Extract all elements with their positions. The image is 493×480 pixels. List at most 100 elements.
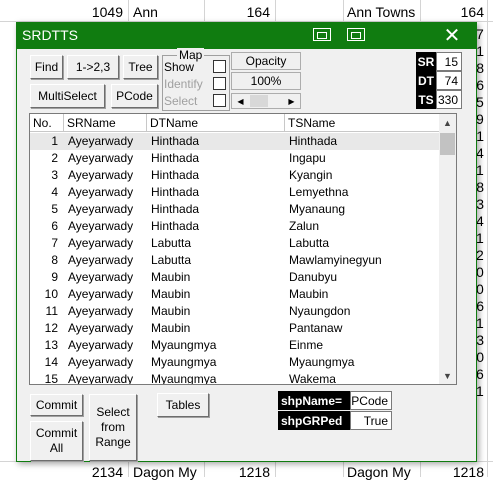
list-row[interactable]: 14 Ayeyarwady Myaungmya Myaungmya <box>30 354 440 371</box>
list-row[interactable]: 1 Ayeyarwady Hinthada Hinthada <box>30 133 440 150</box>
sheet-cell[interactable]: 164 <box>206 4 270 20</box>
sheet-cell[interactable]: 08 <box>476 264 484 280</box>
row-no: 11 <box>45 304 58 318</box>
scroll-down-arrow-icon[interactable]: ▼ <box>439 367 456 384</box>
column-header-srname[interactable]: SRName <box>64 114 147 132</box>
row-srname: Ayeyarwady <box>68 287 134 301</box>
slider-right-arrow-icon[interactable]: ▶ <box>284 94 299 108</box>
list-row[interactable]: 6 Ayeyarwady Hinthada Zalun <box>30 218 440 235</box>
sheet-cell[interactable]: Ann <box>133 4 203 20</box>
identify-checkbox[interactable] <box>213 77 226 90</box>
list-row[interactable]: 15 Ayeyarwady Myaungmya Wakema <box>30 371 440 385</box>
select-from-range-button[interactable]: Select from Range <box>89 394 137 461</box>
list-row[interactable]: 5 Ayeyarwady Hinthada Myanaung <box>30 201 440 218</box>
sheet-cell[interactable]: 1218 <box>206 464 270 480</box>
row-dtname: Myaungmya <box>151 338 217 352</box>
tables-button[interactable]: Tables <box>157 393 209 417</box>
sheet-cell[interactable]: 17 <box>476 162 484 178</box>
sheet-cell[interactable]: 164 <box>422 4 484 20</box>
row-no: 6 <box>51 219 58 233</box>
sheet-cell[interactable]: 62 <box>476 366 484 382</box>
row-dtname: Labutta <box>151 236 192 250</box>
sheet-cell[interactable]: Ann Towns <box>347 4 420 20</box>
list-scrollbar[interactable]: ▲ ▼ <box>439 114 456 384</box>
sheet-cell[interactable]: 3 <box>476 196 484 212</box>
row-tsname: Kyangin <box>289 168 333 182</box>
sheet-cell[interactable]: 05 <box>476 281 484 297</box>
list-row[interactable]: 7 Ayeyarwady Labutta Labutta <box>30 235 440 252</box>
row-dtname: Maubin <box>151 304 191 318</box>
sheet-cell[interactable]: Dagon My <box>133 464 203 480</box>
list-row[interactable]: 12 Ayeyarwady Maubin Pantanaw <box>30 320 440 337</box>
sheet-cell[interactable]: 15 <box>476 383 484 399</box>
sheet-cell[interactable]: 1049 <box>40 4 123 20</box>
list-row[interactable]: 10 Ayeyarwady Maubin Maubin <box>30 286 440 303</box>
row-tsname: Labutta <box>289 236 330 250</box>
minimize-icon[interactable] <box>347 28 365 41</box>
sheet-cell[interactable]: 1 <box>476 43 484 59</box>
restore-icon[interactable] <box>313 28 331 41</box>
find-button[interactable]: Find <box>30 55 63 79</box>
sheet-cell[interactable]: 0 <box>476 349 484 365</box>
list-row[interactable]: 13 Ayeyarwady Myaungmya Einme <box>30 337 440 354</box>
row-srname: Ayeyarwady <box>68 134 134 148</box>
sheet-cell[interactable]: 78 <box>476 26 484 42</box>
row-srname: Ayeyarwady <box>68 185 134 199</box>
sheet-cell[interactable]: 94 <box>476 111 484 127</box>
row-no: 13 <box>44 338 58 352</box>
row-srname: Ayeyarwady <box>68 253 134 267</box>
list-row[interactable]: 2 Ayeyarwady Hinthada Ingapu <box>30 150 440 167</box>
slider-thumb[interactable] <box>250 95 268 107</box>
sheet-cell[interactable]: 18 <box>476 230 484 246</box>
select-checkbox[interactable] <box>213 94 226 107</box>
multiselect-button[interactable]: MultiSelect <box>30 84 105 108</box>
commit-button[interactable]: Commit <box>30 394 83 416</box>
list-row[interactable]: 3 Ayeyarwady Hinthada Kyangin <box>30 167 440 184</box>
sheet-cell[interactable]: 1218 <box>422 464 484 480</box>
dt-value: 74 <box>436 71 462 90</box>
sheet-cell[interactable]: Dagon My <box>347 464 420 480</box>
row-tsname: Ingapu <box>289 151 326 165</box>
row-tsname: Nyaungdon <box>289 304 351 318</box>
pcode-button[interactable]: PCode <box>111 84 158 108</box>
column-header-tsname[interactable]: TSName <box>285 114 440 132</box>
sheet-cell[interactable]: 2134 <box>40 464 123 480</box>
opacity-slider[interactable]: ◀ ▶ <box>231 93 301 109</box>
sheet-cell[interactable]: 3 <box>476 332 484 348</box>
row-no: 15 <box>44 372 58 385</box>
commit-all-button[interactable]: Commit All <box>30 421 83 461</box>
list-row[interactable]: 11 Ayeyarwady Maubin Nyaungdon <box>30 303 440 320</box>
column-header-no[interactable]: No. <box>30 114 64 132</box>
list-row[interactable]: 4 Ayeyarwady Hinthada Lemyethna <box>30 184 440 201</box>
order-button[interactable]: 1->2,3 <box>67 55 119 79</box>
list-row[interactable]: 9 Ayeyarwady Maubin Danubyu <box>30 269 440 286</box>
row-srname: Ayeyarwady <box>68 304 134 318</box>
sheet-cell[interactable]: 8 <box>476 179 484 195</box>
scroll-thumb[interactable] <box>440 133 455 155</box>
sheet-cell[interactable]: 12 <box>476 315 484 331</box>
row-dtname: Hinthada <box>151 134 200 148</box>
scroll-up-arrow-icon[interactable]: ▲ <box>439 114 456 131</box>
row-srname: Ayeyarwady <box>68 338 134 352</box>
row-tsname: Einme <box>289 338 324 352</box>
slider-left-arrow-icon[interactable]: ◀ <box>233 94 248 108</box>
sheet-cell[interactable]: 6 <box>476 298 484 314</box>
sheet-cell[interactable]: 40 <box>476 213 484 229</box>
row-dtname: Hinthada <box>151 185 200 199</box>
sheet-cell[interactable]: 8 <box>476 60 484 76</box>
results-listbox[interactable]: No. SRName DTName TSName 1 Ayeyarwady Hint… <box>29 113 457 385</box>
show-checkbox[interactable] <box>213 60 226 73</box>
select-label: Select <box>164 94 198 108</box>
sheet-cell[interactable]: 1 <box>476 128 484 144</box>
dialog-titlebar[interactable]: SRDTTS ✕ <box>17 23 476 49</box>
sheet-cell[interactable]: 6 <box>476 77 484 93</box>
column-header-dtname[interactable]: DTName <box>147 114 285 132</box>
row-tsname: Danubyu <box>289 270 338 284</box>
close-button[interactable]: ✕ <box>437 24 467 48</box>
list-row[interactable]: 8 Ayeyarwady Labutta Mawlamyinegyun <box>30 252 440 269</box>
row-tsname: Maubin <box>289 287 329 301</box>
sheet-cell[interactable]: 57 <box>476 94 484 110</box>
tree-button[interactable]: Tree <box>123 55 158 79</box>
sheet-cell[interactable]: 45 <box>476 145 484 161</box>
sheet-cell[interactable]: 24 <box>476 247 484 263</box>
